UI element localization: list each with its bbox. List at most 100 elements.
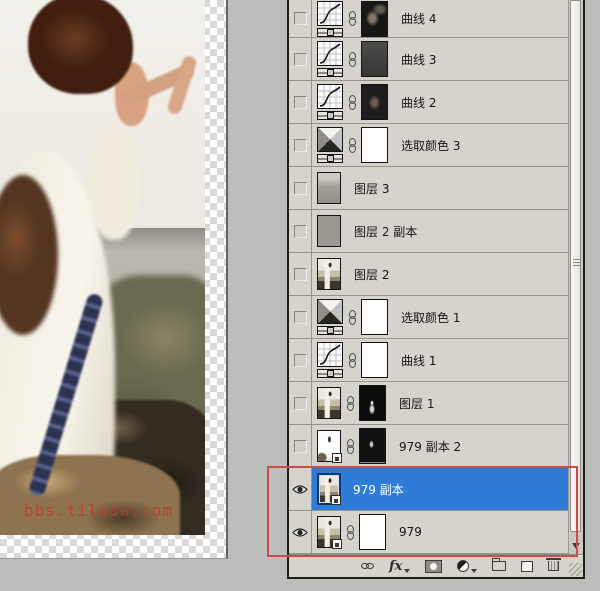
layer-row-layer-2-copy[interactable]: 图层 2 副本 xyxy=(289,210,568,253)
layer-row-curves-2[interactable]: 曲线 2 xyxy=(289,81,568,124)
visibility-toggle[interactable] xyxy=(289,81,312,123)
visibility-toggle[interactable] xyxy=(289,511,312,553)
visibility-toggle[interactable] xyxy=(289,124,312,166)
layer-name[interactable]: 选取颜色 1 xyxy=(401,309,460,326)
visibility-toggle[interactable] xyxy=(289,296,312,338)
eye-icon[interactable] xyxy=(292,484,308,495)
layer-name[interactable]: 图层 3 xyxy=(354,180,389,197)
layer-row-979-copy-selected[interactable]: 979 副本 xyxy=(289,468,568,511)
panel-scrollbar[interactable] xyxy=(568,0,583,554)
layer-row-979-copy-2[interactable]: 979 副本 2 xyxy=(289,425,568,468)
link-mask-icon xyxy=(345,439,355,454)
layer-mask-thumbnail[interactable] xyxy=(361,41,388,77)
link-mask-icon xyxy=(345,525,355,540)
visibility-toggle[interactable] xyxy=(289,468,312,510)
layer-name[interactable]: 选取颜色 3 xyxy=(401,137,460,154)
layer-name[interactable]: 图层 2 副本 xyxy=(354,223,417,240)
smart-object-badge-icon xyxy=(332,539,342,549)
visibility-checkbox-empty[interactable] xyxy=(294,225,307,238)
layer-name[interactable]: 曲线 2 xyxy=(401,94,436,111)
link-mask-icon xyxy=(345,396,355,411)
layer-mask-thumbnail[interactable] xyxy=(361,1,388,37)
watermark-text: bbs.tiloow.com xyxy=(24,501,173,520)
visibility-checkbox-empty[interactable] xyxy=(294,12,307,25)
visibility-toggle[interactable] xyxy=(289,167,312,209)
visibility-checkbox-empty[interactable] xyxy=(294,53,307,66)
layer-thumbnail[interactable] xyxy=(317,516,341,548)
layer-name[interactable]: 979 副本 xyxy=(353,481,404,498)
add-layer-style-button[interactable]: fx xyxy=(389,557,410,575)
curves-adjustment-icon[interactable] xyxy=(317,84,343,120)
layer-name[interactable]: 图层 1 xyxy=(399,395,434,412)
layer-thumbnail[interactable] xyxy=(317,258,341,290)
selective-color-adjustment-icon[interactable] xyxy=(317,299,343,335)
layer-row-layer-1[interactable]: 图层 1 xyxy=(289,382,568,425)
link-layers-button[interactable] xyxy=(361,557,374,575)
visibility-toggle[interactable] xyxy=(289,382,312,424)
layer-name[interactable]: 979 xyxy=(399,525,422,539)
layer-row-layer-2[interactable]: 图层 2 xyxy=(289,253,568,296)
layer-row-curves-1[interactable]: 曲线 1 xyxy=(289,339,568,382)
dropdown-arrow-icon xyxy=(471,569,477,573)
layer-mask-thumbnail[interactable] xyxy=(359,428,386,464)
visibility-toggle[interactable] xyxy=(289,210,312,252)
layer-mask-thumbnail[interactable] xyxy=(359,514,386,550)
layer-mask-thumbnail[interactable] xyxy=(361,127,388,163)
visibility-checkbox-empty[interactable] xyxy=(294,397,307,410)
link-mask-icon xyxy=(347,11,357,26)
visibility-toggle[interactable] xyxy=(289,339,312,381)
scrollbar-grip-icon xyxy=(573,259,580,268)
layer-thumbnail[interactable] xyxy=(317,473,341,505)
visibility-toggle[interactable] xyxy=(289,425,312,467)
visibility-checkbox-empty[interactable] xyxy=(294,440,307,453)
curves-adjustment-icon[interactable] xyxy=(317,342,343,378)
new-layer-button[interactable] xyxy=(521,557,533,575)
layer-thumbnail[interactable] xyxy=(317,387,341,419)
visibility-toggle[interactable] xyxy=(289,253,312,295)
scrollbar-thumb[interactable] xyxy=(570,0,581,532)
chain-link-icon xyxy=(361,563,374,569)
visibility-checkbox-empty[interactable] xyxy=(294,268,307,281)
half-circle-icon xyxy=(457,560,469,572)
panel-resize-grip[interactable] xyxy=(569,563,582,576)
layer-mask-thumbnail[interactable] xyxy=(359,385,386,421)
layer-mask-thumbnail[interactable] xyxy=(361,84,388,120)
scrollbar-down-button[interactable] xyxy=(570,540,581,552)
layer-thumbnail[interactable] xyxy=(317,172,341,204)
visibility-checkbox-empty[interactable] xyxy=(294,182,307,195)
visibility-checkbox-empty[interactable] xyxy=(294,354,307,367)
link-mask-icon xyxy=(347,353,357,368)
layer-thumbnail[interactable] xyxy=(317,215,341,247)
visibility-toggle[interactable] xyxy=(289,38,312,80)
layer-row-layer-3[interactable]: 图层 3 xyxy=(289,167,568,210)
layer-name[interactable]: 曲线 1 xyxy=(401,352,436,369)
trash-icon xyxy=(548,561,559,571)
new-adjustment-layer-button[interactable] xyxy=(457,557,477,575)
curves-adjustment-icon[interactable] xyxy=(317,1,343,37)
new-group-button[interactable] xyxy=(492,557,506,575)
curves-adjustment-icon[interactable] xyxy=(317,41,343,77)
add-layer-mask-button[interactable] xyxy=(425,557,442,575)
delete-layer-button[interactable] xyxy=(548,557,559,575)
eye-icon[interactable] xyxy=(292,527,308,538)
document-canvas: bbs.tiloow.com xyxy=(0,0,228,559)
layer-name[interactable]: 曲线 3 xyxy=(401,51,436,68)
selective-color-adjustment-icon[interactable] xyxy=(317,127,343,163)
layer-mask-thumbnail[interactable] xyxy=(361,299,388,335)
layer-row-selective-color-1[interactable]: 选取颜色 1 xyxy=(289,296,568,339)
visibility-checkbox-empty[interactable] xyxy=(294,139,307,152)
layer-name[interactable]: 979 副本 2 xyxy=(399,438,461,455)
opacity-slider-icon xyxy=(317,369,343,378)
layer-mask-thumbnail[interactable] xyxy=(361,342,388,378)
layer-name[interactable]: 图层 2 xyxy=(354,266,389,283)
visibility-checkbox-empty[interactable] xyxy=(294,96,307,109)
layer-name[interactable]: 曲线 4 xyxy=(401,10,436,27)
layer-row-curves-3[interactable]: 曲线 3 xyxy=(289,38,568,81)
layer-thumbnail[interactable] xyxy=(317,430,341,462)
opacity-slider-icon xyxy=(317,326,343,335)
layer-row-selective-color-3[interactable]: 选取颜色 3 xyxy=(289,124,568,167)
layer-row-curves-4[interactable]: 曲线 4 xyxy=(289,0,568,38)
visibility-checkbox-empty[interactable] xyxy=(294,311,307,324)
visibility-toggle[interactable] xyxy=(289,0,312,37)
layer-row-979[interactable]: 979 xyxy=(289,511,568,554)
